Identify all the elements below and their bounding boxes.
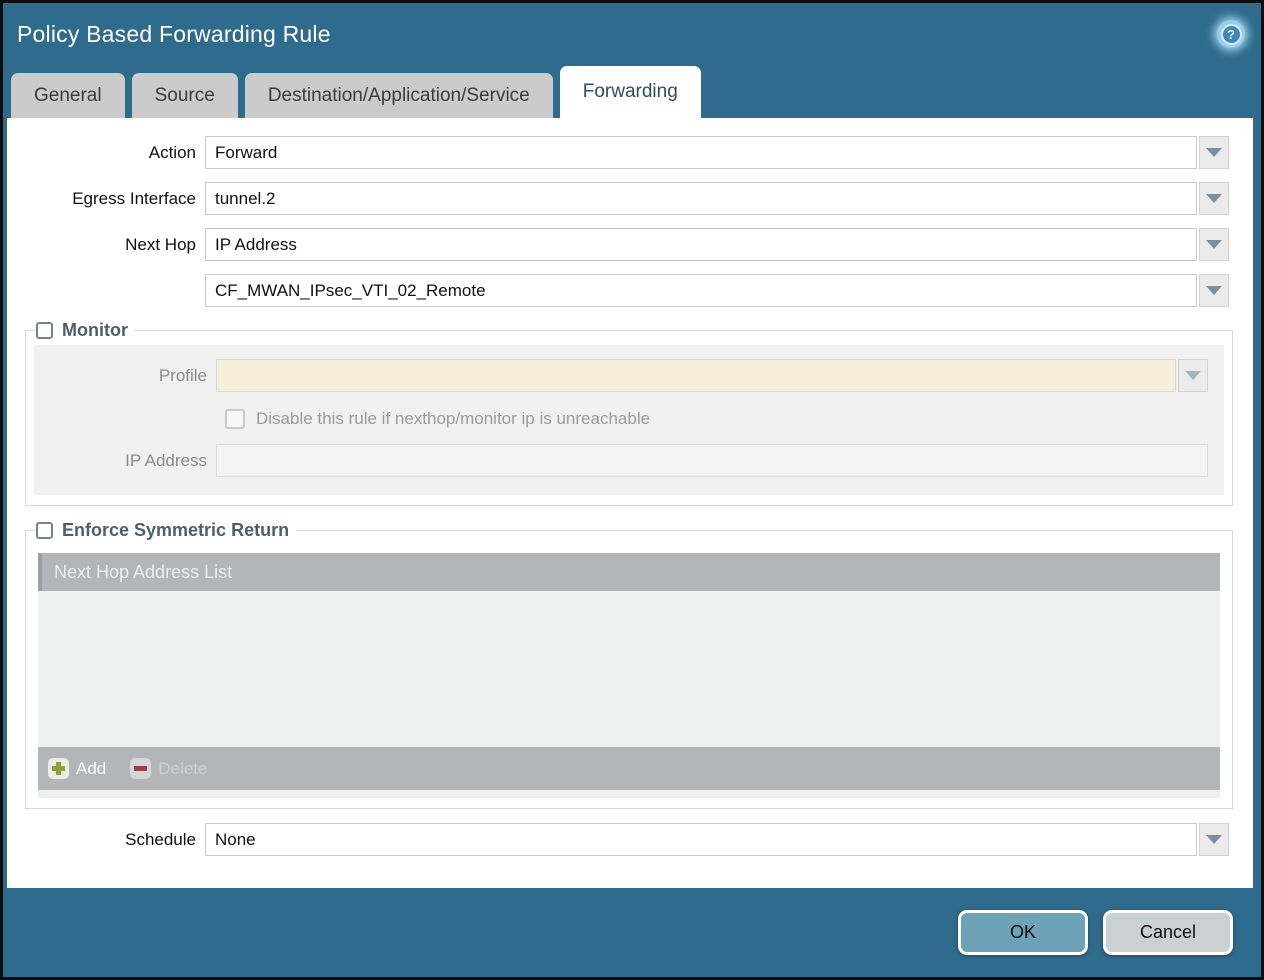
schedule-label: Schedule — [7, 830, 205, 850]
next-hop-address-select[interactable]: CF_MWAN_IPsec_VTI_02_Remote — [205, 274, 1197, 307]
profile-row: Profile — [34, 359, 1208, 392]
egress-interface-dropdown-button[interactable] — [1199, 182, 1229, 215]
help-question-glyph: ? — [1221, 24, 1242, 45]
schedule-row: Schedule None — [7, 823, 1229, 856]
tab-general[interactable]: General — [11, 73, 125, 118]
dialog-footer: OK Cancel — [3, 888, 1261, 977]
enforce-symmetric-return-group: Enforce Symmetric Return Next Hop Addres… — [25, 520, 1233, 809]
policy-based-forwarding-dialog: Policy Based Forwarding Rule ? General S… — [0, 0, 1264, 980]
monitor-group: Monitor Profile Disable this rule if nex… — [25, 320, 1233, 506]
action-dropdown-button[interactable] — [1199, 136, 1229, 169]
profile-select[interactable] — [216, 359, 1176, 392]
action-select[interactable]: Forward — [205, 136, 1197, 169]
next-hop-address-list-table: Next Hop Address List Add Delete — [38, 553, 1220, 798]
chevron-down-icon — [1206, 194, 1222, 203]
tab-bar: General Source Destination/Application/S… — [3, 65, 1261, 118]
action-label: Action — [7, 143, 205, 163]
add-button-label: Add — [76, 759, 106, 779]
chevron-down-icon — [1206, 835, 1222, 844]
disable-rule-row: Disable this rule if nexthop/monitor ip … — [225, 409, 1224, 429]
next-hop-address-row: CF_MWAN_IPsec_VTI_02_Remote — [7, 274, 1229, 307]
plus-icon — [48, 758, 69, 779]
chevron-down-icon — [1206, 240, 1222, 249]
disable-rule-checkbox[interactable] — [225, 409, 245, 429]
table-header-label: Next Hop Address List — [54, 562, 232, 583]
help-icon[interactable]: ? — [1217, 20, 1245, 48]
action-row: Action Forward — [7, 136, 1229, 169]
monitor-legend: Monitor — [34, 320, 135, 341]
schedule-select[interactable]: None — [205, 823, 1197, 856]
table-toolbar: Add Delete — [38, 747, 1220, 790]
table-body-empty[interactable] — [38, 591, 1220, 747]
monitor-ip-address-label: IP Address — [34, 451, 216, 471]
egress-interface-select[interactable]: tunnel.2 — [205, 182, 1197, 215]
add-button[interactable]: Add — [48, 758, 106, 779]
enforce-symmetric-return-label: Enforce Symmetric Return — [62, 520, 289, 541]
disable-rule-label: Disable this rule if nexthop/monitor ip … — [256, 409, 650, 429]
tab-source[interactable]: Source — [132, 73, 238, 118]
profile-label: Profile — [34, 366, 216, 386]
table-bottom-strip — [38, 790, 1220, 798]
egress-interface-row: Egress Interface tunnel.2 — [7, 182, 1229, 215]
monitor-checkbox[interactable] — [36, 322, 53, 339]
delete-button[interactable]: Delete — [130, 758, 207, 779]
schedule-dropdown-button[interactable] — [1199, 823, 1229, 856]
minus-icon — [130, 758, 151, 779]
monitor-legend-label: Monitor — [62, 320, 128, 341]
tab-forwarding[interactable]: Forwarding — [560, 66, 701, 118]
profile-dropdown-button[interactable] — [1178, 359, 1208, 392]
ok-button[interactable]: OK — [958, 910, 1088, 955]
chevron-down-icon — [1206, 286, 1222, 295]
dialog-title: Policy Based Forwarding Rule — [17, 21, 331, 48]
next-hop-label: Next Hop — [7, 235, 205, 255]
enforce-symmetric-return-checkbox[interactable] — [36, 522, 53, 539]
delete-button-label: Delete — [158, 759, 207, 779]
monitor-ip-address-row: IP Address — [34, 444, 1208, 477]
egress-interface-label: Egress Interface — [7, 189, 205, 209]
monitor-ip-address-input[interactable] — [216, 444, 1208, 477]
tab-destination-application-service[interactable]: Destination/Application/Service — [245, 73, 553, 118]
title-bar: Policy Based Forwarding Rule ? — [3, 3, 1261, 65]
next-hop-address-dropdown-button[interactable] — [1199, 274, 1229, 307]
monitor-disabled-panel: Profile Disable this rule if nexthop/mon… — [34, 345, 1224, 495]
next-hop-row: Next Hop IP Address — [7, 228, 1229, 261]
enforce-symmetric-return-legend: Enforce Symmetric Return — [34, 520, 296, 541]
chevron-down-icon — [1185, 371, 1201, 380]
cancel-button[interactable]: Cancel — [1103, 910, 1233, 955]
next-hop-select[interactable]: IP Address — [205, 228, 1197, 261]
chevron-down-icon — [1206, 148, 1222, 157]
next-hop-dropdown-button[interactable] — [1199, 228, 1229, 261]
table-header: Next Hop Address List — [38, 553, 1220, 591]
forwarding-tab-panel: Action Forward Egress Interface tunnel.2… — [7, 118, 1253, 888]
